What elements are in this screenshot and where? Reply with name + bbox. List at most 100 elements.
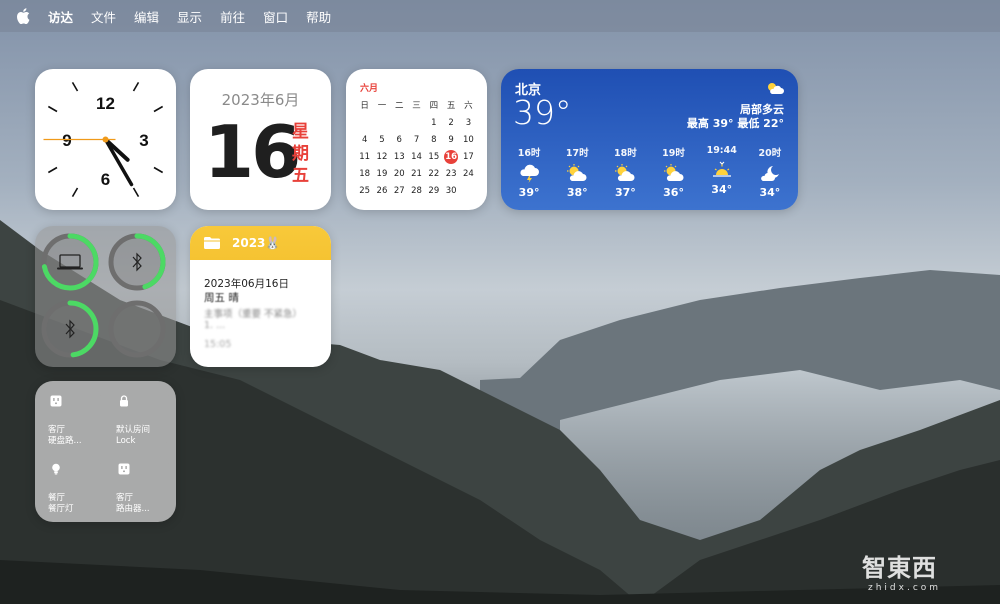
calendar-weekday-header: 四	[429, 101, 439, 111]
calendar-grid: 日一二三四五六 1 2 3 4 5 6 7 8 9 10 11 12 13 14 15 16 17 18 19 20 21…	[356, 99, 477, 198]
home-tile-device: 路由器...	[116, 504, 150, 514]
menu-window[interactable]: 窗口	[263, 7, 288, 26]
outlet-icon	[118, 463, 130, 475]
weather-hour-time: 20时	[758, 148, 782, 159]
note-time: 15:05	[204, 339, 232, 350]
note-line: 主事项（重要 不紧急）	[204, 309, 303, 320]
watermark-url: zhidx.com	[868, 583, 942, 593]
clock-numeral-6: 6	[101, 170, 110, 189]
calendar-day[interactable]: 30	[442, 184, 459, 198]
calendar-day[interactable]: 23	[442, 167, 459, 181]
weather-hour-time: 18时	[614, 148, 637, 159]
weather-hour-temp: 34°	[759, 186, 781, 199]
home-tile-room: 客厅	[116, 493, 134, 503]
calendar-weekday-header: 二	[394, 101, 404, 111]
calendar-day[interactable]: 26	[373, 184, 390, 198]
clock-tick	[47, 105, 58, 113]
menu-finder[interactable]: 访达	[48, 7, 73, 26]
note-title: 2023年06月16日	[204, 278, 289, 290]
clock-tick	[153, 105, 164, 113]
batteries-widget[interactable]	[35, 226, 176, 367]
calendar-day[interactable]: 2	[442, 116, 459, 130]
calendar-day[interactable]: 19	[373, 167, 390, 181]
sunset-icon	[702, 159, 742, 181]
battery-ring	[41, 233, 99, 291]
clock-tick	[153, 166, 164, 174]
calendar-day[interactable]: 6	[391, 133, 408, 147]
battery-rings	[41, 233, 166, 358]
calendar-weekday-header: 三	[412, 101, 421, 111]
calendar-weekday-header: 五	[446, 101, 456, 111]
calendar-day[interactable]: 7	[408, 133, 425, 147]
clock-numeral-3: 3	[139, 131, 148, 150]
calendar-day[interactable]: 28	[408, 184, 425, 198]
weather-hour-time: 19:44	[706, 145, 737, 156]
calendar-day[interactable]: 21	[408, 167, 425, 181]
calendar-day[interactable]: 25	[356, 184, 373, 198]
calendar-day[interactable]: 3	[460, 116, 477, 130]
partly-cloudy-icon	[654, 162, 694, 184]
calendar-day[interactable]: 22	[425, 167, 442, 181]
notes-folder-name: 2023🐰	[232, 236, 281, 250]
menu-go[interactable]: 前往	[220, 7, 245, 26]
calendar-day[interactable]: 29	[425, 184, 442, 198]
calendar-day[interactable]: 12	[373, 150, 390, 164]
home-tile-device: 硬盘路...	[48, 436, 82, 446]
calendar-day[interactable]: 14	[408, 150, 425, 164]
calendar-blank	[356, 116, 373, 130]
calendar-day[interactable]: 1	[425, 116, 442, 130]
calendar-weekday-header: 一	[377, 101, 387, 111]
home-tile-device: 餐厅灯	[48, 504, 74, 514]
partly-cloudy-icon	[768, 83, 784, 94]
calendar-day[interactable]: 8	[425, 133, 442, 147]
menu-view[interactable]: 显示	[177, 7, 202, 26]
calendar-day[interactable]: 18	[356, 167, 373, 181]
weather-hour-temp: 37°	[614, 186, 636, 199]
home-tile-dining-light[interactable]: 餐厅 餐厅灯	[42, 456, 101, 515]
clock-widget[interactable]: 12 3 6 9	[35, 69, 176, 210]
calendar-day[interactable]: 13	[391, 150, 408, 164]
calendar-day[interactable]: 24	[460, 167, 477, 181]
clock-tick	[132, 187, 140, 198]
calendar-day[interactable]: 20	[391, 167, 408, 181]
weather-hour-time: 17时	[565, 148, 589, 159]
weather-hourly-forecast: 16时 39° 17时 38° 18时 37° 19时 36° 19:44 34° 20时 34°	[501, 145, 798, 199]
calendar-day[interactable]: 27	[391, 184, 408, 198]
calendar-today[interactable]: 16	[444, 150, 459, 164]
calendar-widget[interactable]: 六月 日一二三四五六 1 2 3 4 5 6 7 8 9 10 11 12 13 14 15 16 17 18 19 2…	[346, 69, 487, 210]
partly-cloudy-icon	[605, 162, 645, 184]
menu-file[interactable]: 文件	[91, 7, 116, 26]
calendar-blank	[373, 116, 390, 130]
calendar-day[interactable]: 4	[356, 133, 373, 147]
notes-widget[interactable]: 2023🐰 2023年06月16日 周五 晴 主事项（重要 不紧急） 1. ..…	[190, 226, 331, 367]
apple-logo-icon[interactable]	[16, 8, 30, 24]
calendar-weekday-header: 日	[360, 101, 369, 111]
home-tile-default-lock[interactable]: 默认房间 Lock	[110, 388, 169, 447]
calendar-day[interactable]: 10	[460, 133, 477, 147]
bulb-icon	[52, 463, 60, 475]
weekday-char: 期	[292, 144, 309, 164]
date-widget[interactable]: 2023年6月 16 星 期 五	[190, 69, 331, 210]
menu-help[interactable]: 帮助	[306, 7, 331, 26]
weather-hour-temp: 38°	[566, 186, 588, 199]
calendar-day[interactable]: 9	[442, 133, 459, 147]
calendar-day[interactable]: 17	[460, 150, 477, 164]
calendar-day[interactable]: 15	[425, 150, 442, 164]
clock-tick	[71, 81, 79, 92]
calendar-month: 六月	[360, 84, 379, 94]
partly-cloudy-icon	[557, 162, 597, 184]
calendar-day[interactable]: 11	[356, 150, 373, 164]
clock-tick	[132, 81, 140, 92]
notes-header: 2023🐰	[190, 226, 331, 260]
note-line: 1. ...	[204, 320, 226, 331]
menu-bar: 访达 文件 编辑 显示 前往 窗口 帮助	[0, 0, 1000, 32]
menu-edit[interactable]: 编辑	[134, 7, 159, 26]
weather-hour-column: 17时 38°	[557, 145, 597, 199]
calendar-day[interactable]: 5	[373, 133, 390, 147]
weekday-char: 五	[292, 166, 309, 186]
home-tile-living-drive[interactable]: 客厅 硬盘路...	[42, 388, 101, 447]
calendar-blank	[408, 116, 425, 130]
weather-widget[interactable]: 北京 39° 局部多云 最高 39° 最低 22° 16时 39° 17时 38° 18…	[501, 69, 798, 210]
home-tile-living-router[interactable]: 客厅 路由器...	[110, 456, 169, 515]
battery-ring	[41, 300, 99, 358]
